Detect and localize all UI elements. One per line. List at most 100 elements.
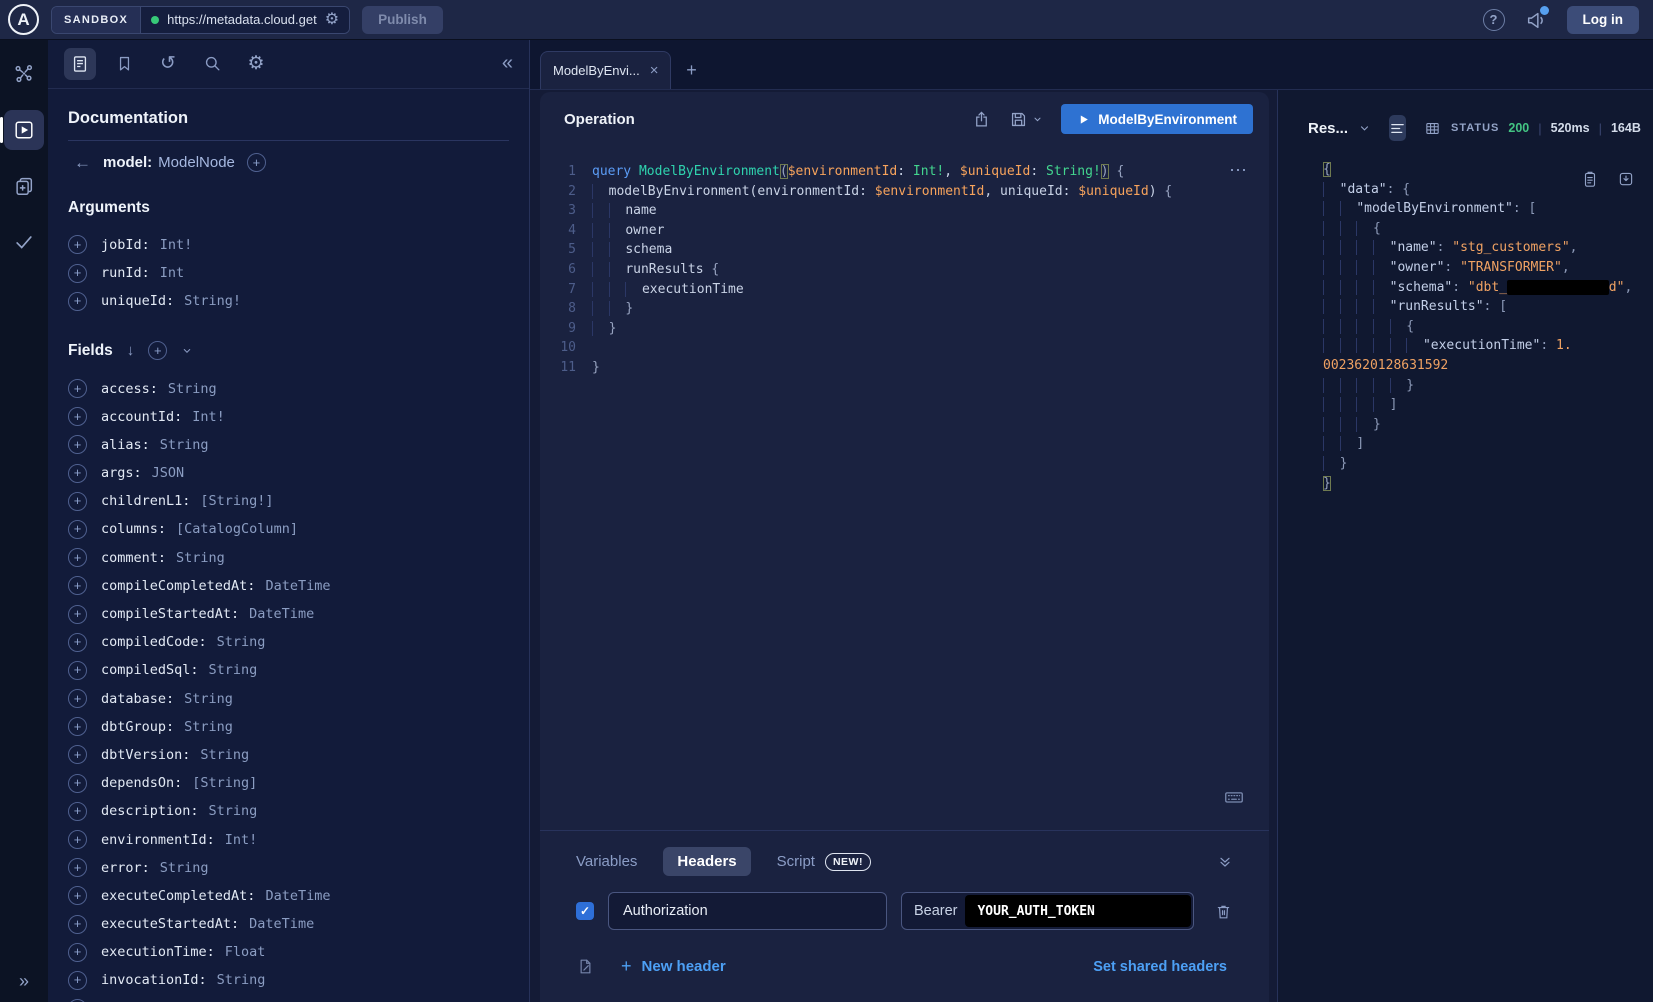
tab-headers[interactable]: Headers <box>663 847 750 876</box>
delete-header-icon[interactable] <box>1214 902 1233 921</box>
header-enabled-checkbox[interactable]: ✓ <box>576 902 594 920</box>
add-to-query-icon[interactable]: + <box>68 943 87 962</box>
field-name[interactable]: access: <box>101 381 158 397</box>
field-name[interactable]: environmentId: <box>101 832 215 848</box>
field-type[interactable]: String <box>184 719 233 735</box>
view-table-toggle[interactable] <box>1424 115 1441 141</box>
field-type[interactable]: String <box>176 550 225 566</box>
header-value-input[interactable]: Bearer YOUR_AUTH_TOKEN <box>901 892 1194 930</box>
preflight-script-icon[interactable] <box>576 957 595 976</box>
add-to-query-icon[interactable]: + <box>68 915 87 934</box>
announcements-icon[interactable] <box>1525 9 1547 31</box>
doc-tab-bookmarks[interactable] <box>108 48 140 80</box>
new-tab-button[interactable]: + <box>671 51 711 89</box>
field-name[interactable]: compileStartedAt: <box>101 606 239 622</box>
nav-schema-graph[interactable] <box>4 54 44 94</box>
field-name[interactable]: executeStartedAt: <box>101 916 239 932</box>
redacted-token-box[interactable]: YOUR_AUTH_TOKEN <box>965 895 1191 927</box>
field-type[interactable]: String <box>184 691 233 707</box>
doc-tab-documentation[interactable] <box>64 48 96 80</box>
add-all-fields-icon[interactable]: + <box>148 341 167 360</box>
field-type[interactable]: String <box>209 662 258 678</box>
field-name[interactable]: childrenL1: <box>101 493 190 509</box>
add-to-query-icon[interactable]: + <box>68 830 87 849</box>
copy-response-icon[interactable] <box>1581 170 1599 188</box>
response-chevron-icon[interactable] <box>1358 122 1371 135</box>
field-type[interactable]: String <box>160 437 209 453</box>
field-name[interactable]: compiledSql: <box>101 662 199 678</box>
field-type[interactable]: String <box>168 381 217 397</box>
field-name[interactable]: dependsOn: <box>101 775 182 791</box>
chevron-down-icon[interactable] <box>181 345 193 357</box>
add-to-query-icon[interactable]: + <box>68 576 87 595</box>
collapse-doc-panel-button[interactable]: « <box>502 52 513 75</box>
field-name[interactable]: columns: <box>101 521 166 537</box>
field-type[interactable]: String <box>160 860 209 876</box>
field-type[interactable]: [String!] <box>200 493 273 509</box>
field-type[interactable]: [String] <box>192 775 257 791</box>
field-name[interactable]: jobId: <box>101 237 150 253</box>
add-to-query-icon[interactable]: + <box>68 717 87 736</box>
endpoint-settings-icon[interactable]: ⚙ <box>325 12 339 28</box>
doc-tab-history[interactable]: ↺ <box>152 48 184 80</box>
add-to-query-icon[interactable]: + <box>68 661 87 680</box>
field-type[interactable]: String! <box>184 293 241 309</box>
field-type[interactable]: Int! <box>160 237 193 253</box>
field-type[interactable]: Int! <box>192 409 225 425</box>
field-name[interactable]: executionTime: <box>101 944 215 960</box>
field-name[interactable]: invocationId: <box>101 972 207 988</box>
save-control[interactable] <box>1009 110 1043 129</box>
field-name[interactable]: dbtGroup: <box>101 719 174 735</box>
nav-checks[interactable] <box>4 222 44 262</box>
field-type[interactable]: Int <box>160 265 184 281</box>
field-name[interactable]: dbtVersion: <box>101 747 190 763</box>
help-icon[interactable]: ? <box>1483 9 1505 31</box>
field-name[interactable]: args: <box>101 465 142 481</box>
keyboard-shortcuts-icon[interactable] <box>1223 786 1245 808</box>
field-type[interactable]: String <box>217 634 266 650</box>
field-name[interactable]: compileCompletedAt: <box>101 578 255 594</box>
back-arrow-icon[interactable]: ← <box>74 153 91 173</box>
field-type[interactable]: Int! <box>225 832 258 848</box>
field-type[interactable]: DateTime <box>249 606 314 622</box>
add-to-query-icon[interactable]: + <box>68 745 87 764</box>
endpoint-url-segment[interactable]: https://metadata.cloud.get ⚙ <box>141 7 349 33</box>
add-to-query-icon[interactable]: + <box>68 264 87 283</box>
login-button[interactable]: Log in <box>1567 6 1640 34</box>
add-to-query-icon[interactable]: + <box>68 464 87 483</box>
view-raw-toggle[interactable] <box>1389 115 1406 141</box>
field-type[interactable]: DateTime <box>265 888 330 904</box>
add-to-query-icon[interactable]: + <box>68 971 87 990</box>
editor-more-icon[interactable]: ⋯ <box>1229 160 1249 181</box>
field-type[interactable]: DateTime <box>249 916 314 932</box>
field-name[interactable]: uniqueId: <box>101 293 174 309</box>
breadcrumb-type[interactable]: ModelNode <box>158 154 235 171</box>
add-to-query-icon[interactable]: + <box>68 379 87 398</box>
field-type[interactable]: JSON <box>152 465 185 481</box>
add-to-query-icon[interactable]: + <box>68 774 87 793</box>
field-type[interactable]: String <box>209 803 258 819</box>
field-name[interactable]: executeCompletedAt: <box>101 888 255 904</box>
add-type-icon[interactable]: + <box>247 153 266 172</box>
field-name[interactable]: error: <box>101 860 150 876</box>
endpoint-url[interactable]: https://metadata.cloud.get <box>167 12 317 27</box>
nav-explorer[interactable] <box>4 110 44 150</box>
add-to-query-icon[interactable]: + <box>68 520 87 539</box>
apollo-logo[interactable]: A <box>8 4 39 35</box>
add-to-query-icon[interactable]: + <box>68 633 87 652</box>
field-name[interactable]: comment: <box>101 550 166 566</box>
field-type[interactable]: Float <box>225 944 266 960</box>
operation-tab[interactable]: ModelByEnvi... × <box>540 51 671 89</box>
run-operation-button[interactable]: ModelByEnvironment <box>1061 104 1253 134</box>
add-to-query-icon[interactable]: + <box>68 858 87 877</box>
set-shared-headers-link[interactable]: Set shared headers <box>1093 959 1227 975</box>
query-editor[interactable]: 1query ModelByEnvironment($environmentId… <box>540 146 1269 830</box>
doc-tab-search[interactable] <box>196 48 228 80</box>
add-to-query-icon[interactable]: + <box>68 407 87 426</box>
field-type[interactable]: DateTime <box>265 578 330 594</box>
add-to-query-icon[interactable]: + <box>68 435 87 454</box>
add-to-query-icon[interactable]: + <box>68 292 87 311</box>
field-type[interactable]: [CatalogColumn] <box>176 521 298 537</box>
field-name[interactable]: compiledCode: <box>101 634 207 650</box>
tab-variables[interactable]: Variables <box>576 853 637 870</box>
